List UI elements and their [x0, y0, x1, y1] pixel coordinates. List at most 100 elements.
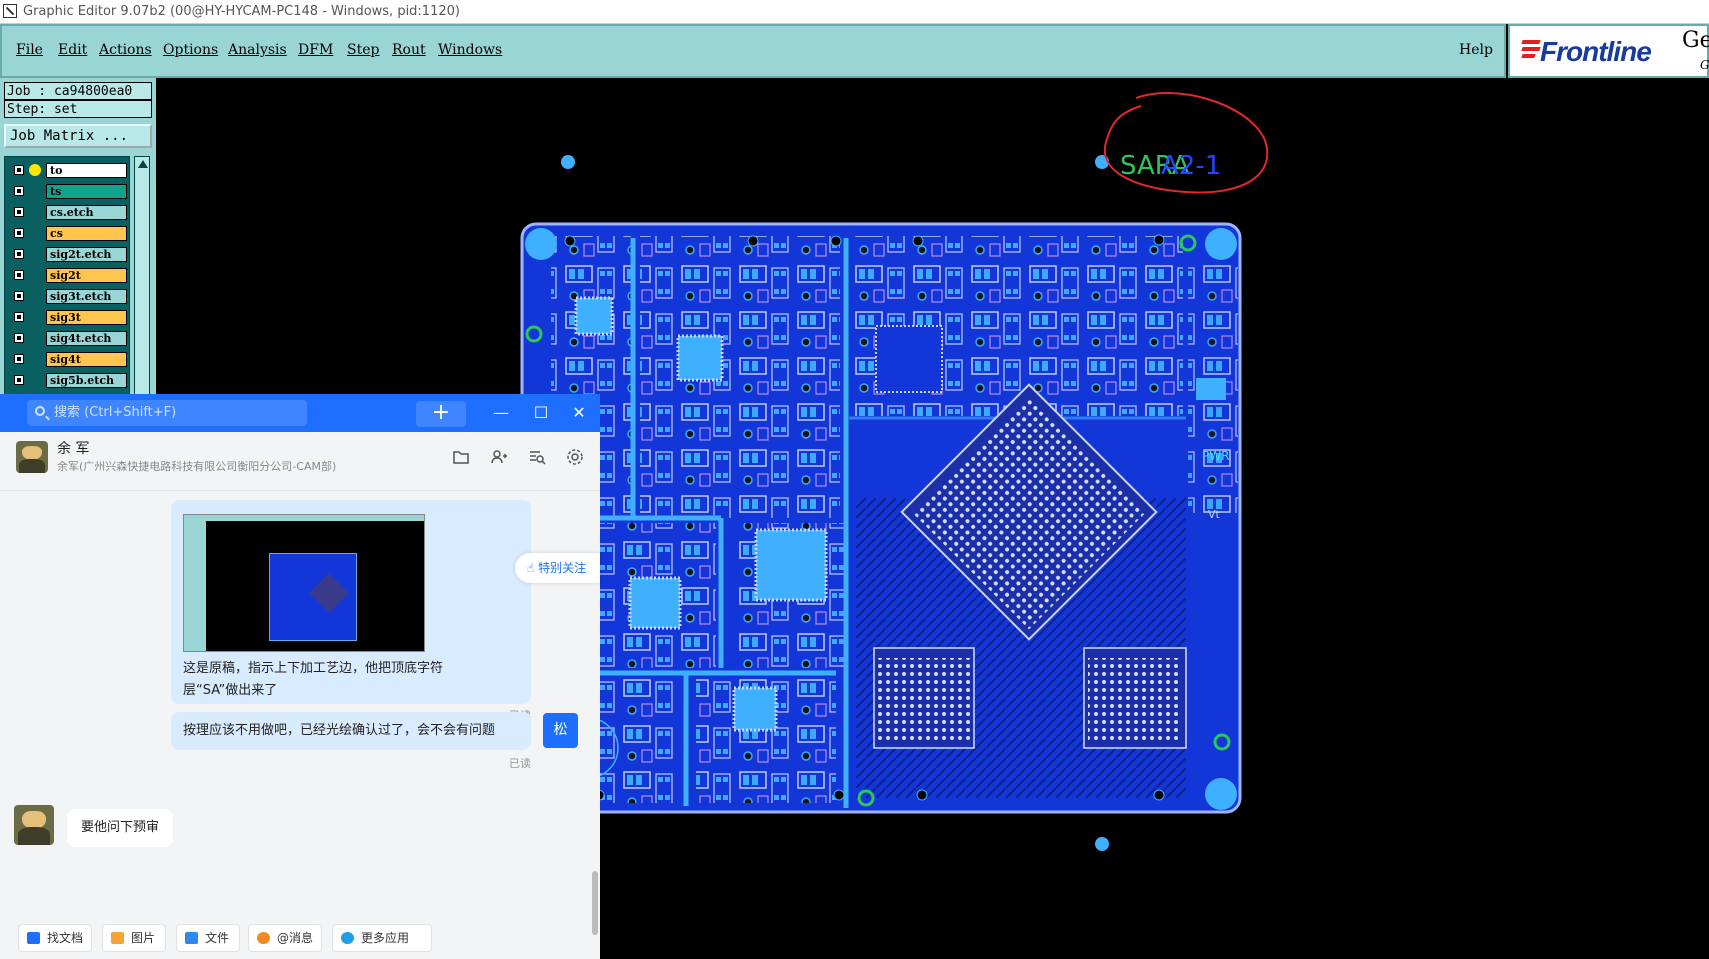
- active-layer-dot-icon: [29, 164, 41, 176]
- menu-file[interactable]: File: [16, 42, 43, 58]
- chat-search-input[interactable]: 搜索 (Ctrl+Shift+F): [27, 400, 307, 426]
- layer-name[interactable]: sig2t.etch: [46, 247, 127, 262]
- find-doc-button[interactable]: 找文档: [18, 924, 92, 952]
- layer-checkbox[interactable]: [14, 333, 24, 343]
- title-bar: Graphic Editor 9.07b2 (00@HY-HYCAM-PC148…: [0, 0, 1709, 24]
- add-contact-icon[interactable]: [490, 448, 508, 466]
- logo-mark-icon: [1521, 40, 1541, 64]
- image-button[interactable]: 图片: [102, 924, 166, 952]
- message-bubble-contact[interactable]: 要他问下预审: [67, 809, 173, 847]
- layer-name[interactable]: cs: [46, 226, 127, 241]
- minimize-icon[interactable]: —: [490, 402, 512, 424]
- contact-name: 余 军: [57, 441, 90, 457]
- chat-header: 余 军 余军(广州兴森快捷电路科技有限公司衡阳分公司-CAM部): [0, 432, 600, 491]
- layer-list-scrollbar[interactable]: [134, 156, 150, 408]
- message-bubble-self[interactable]: 按理应该不用做吧，已经光绘确认过了，会不会有问题: [171, 712, 531, 750]
- mention-button[interactable]: @消息: [248, 924, 322, 952]
- layer-checkbox[interactable]: [14, 354, 24, 364]
- layer-checkbox[interactable]: [14, 249, 24, 259]
- layer-name[interactable]: sig2t: [46, 268, 127, 283]
- image-icon: [111, 932, 124, 944]
- job-matrix-button[interactable]: Job Matrix ...: [4, 124, 152, 148]
- message-text: 这是原稿，指示上下加工艺边，他把顶底字符 层“SA”做出来了: [183, 661, 444, 698]
- menu-step[interactable]: Step: [347, 42, 379, 58]
- message-bubble-image[interactable]: 这是原稿，指示上下加工艺边，他把顶底字符 层“SA”做出来了: [171, 500, 531, 704]
- layer-name[interactable]: ts: [46, 184, 127, 199]
- layer-row[interactable]: sig4t: [9, 352, 127, 367]
- maximize-icon[interactable]: ☐: [530, 402, 552, 424]
- search-placeholder: 搜索 (Ctrl+Shift+F): [54, 405, 177, 420]
- doc-icon: [27, 932, 40, 944]
- app-icon: [3, 4, 17, 18]
- layer-checkbox[interactable]: [14, 165, 24, 175]
- layer-name[interactable]: cs.etch: [46, 205, 127, 220]
- layer-name[interactable]: sig3t.etch: [46, 289, 127, 304]
- menu-analysis[interactable]: Analysis: [228, 42, 287, 58]
- search-icon: [35, 406, 45, 416]
- chat-toolbar: 找文档 图片 文件 @消息 更多应用: [0, 924, 600, 959]
- chat-title-bar: 搜索 (Ctrl+Shift+F) + — ☐ ✕: [0, 394, 600, 432]
- menu-edit[interactable]: Edit: [58, 42, 87, 58]
- layer-name[interactable]: sig3t: [46, 310, 127, 325]
- more-apps-button[interactable]: 更多应用: [332, 924, 432, 952]
- layer-row[interactable]: cs.etch: [9, 205, 127, 220]
- window-title: Graphic Editor 9.07b2 (00@HY-HYCAM-PC148…: [23, 4, 460, 19]
- message-list: 这是原稿，指示上下加工艺边，他把顶底字符 层“SA”做出来了 已读 ☝ 特别关注…: [0, 491, 600, 935]
- file-folder-icon: [185, 932, 198, 944]
- search-history-icon[interactable]: [528, 448, 546, 466]
- layer-panel: Job : ca94800ea0 Step: set Job Matrix ..…: [0, 78, 156, 410]
- logo-side-text: Ge: [1682, 28, 1709, 53]
- add-button[interactable]: +: [416, 401, 466, 427]
- vt-label: Vt: [1208, 508, 1221, 521]
- layer-list: to ts cs.etch cs sig2t.etch sig2t sig3t.etch si…: [4, 156, 130, 410]
- menu-rout[interactable]: Rout: [392, 42, 426, 58]
- layer-checkbox[interactable]: [14, 375, 24, 385]
- menu-options[interactable]: Options: [163, 42, 218, 58]
- contact-org: 余军(广州兴森快捷电路科技有限公司衡阳分公司-CAM部): [57, 460, 337, 473]
- menu-bar: File Edit Actions Options Analysis DFM S…: [0, 24, 1506, 78]
- menu-dfm[interactable]: DFM: [298, 42, 333, 58]
- layer-row[interactable]: sig4t.etch: [9, 331, 127, 346]
- job-name-field: Job : ca94800ea0: [4, 82, 152, 100]
- layer-name[interactable]: to: [46, 163, 127, 178]
- menu-actions[interactable]: Actions: [99, 42, 152, 58]
- layer-row[interactable]: sig2t.etch: [9, 247, 127, 262]
- layer-row[interactable]: to: [9, 163, 127, 178]
- layer-row[interactable]: sig3t: [9, 310, 127, 325]
- layer-checkbox[interactable]: [14, 291, 24, 301]
- layer-row[interactable]: cs: [9, 226, 127, 241]
- image-thumbnail[interactable]: [183, 514, 425, 652]
- layer-row[interactable]: sig3t.etch: [9, 289, 127, 304]
- self-avatar[interactable]: 松: [543, 713, 578, 748]
- layer-row[interactable]: ts: [9, 184, 127, 199]
- logo-side-text-small: G: [1700, 58, 1709, 72]
- apps-icon: [341, 932, 354, 944]
- board-label-a21: A2-1: [1161, 151, 1221, 181]
- file-button[interactable]: 文件: [176, 924, 240, 952]
- layer-checkbox[interactable]: [14, 228, 24, 238]
- step-name-field: Step: set: [4, 100, 152, 118]
- logo-brand-text: Frontline: [1540, 36, 1652, 67]
- contact-avatar[interactable]: [16, 441, 48, 473]
- menu-help[interactable]: Help: [1459, 42, 1493, 58]
- layer-checkbox[interactable]: [14, 270, 24, 280]
- contact-avatar-message[interactable]: [14, 805, 54, 845]
- settings-gear-icon[interactable]: [566, 448, 584, 466]
- layer-name[interactable]: sig4t.etch: [46, 331, 127, 346]
- pwr-label: PWR: [1202, 449, 1229, 463]
- special-follow-button[interactable]: ☝ 特别关注: [515, 553, 600, 583]
- layer-name[interactable]: sig5b.etch: [46, 373, 127, 388]
- layer-checkbox[interactable]: [14, 207, 24, 217]
- menu-windows[interactable]: Windows: [438, 42, 502, 58]
- layer-row[interactable]: sig5b.etch: [9, 373, 127, 388]
- layer-name[interactable]: sig4t: [46, 352, 127, 367]
- folder-icon[interactable]: [452, 448, 470, 466]
- layer-row[interactable]: sig2t: [9, 268, 127, 283]
- layer-checkbox[interactable]: [14, 186, 24, 196]
- at-icon: [257, 932, 270, 944]
- layer-checkbox[interactable]: [14, 312, 24, 322]
- read-status: 已读: [509, 757, 531, 770]
- close-icon[interactable]: ✕: [568, 402, 590, 424]
- vendor-logo: Frontline Ge G: [1508, 24, 1709, 78]
- chat-window: 搜索 (Ctrl+Shift+F) + — ☐ ✕ 余 军 余军(广州兴森快捷电…: [0, 394, 600, 959]
